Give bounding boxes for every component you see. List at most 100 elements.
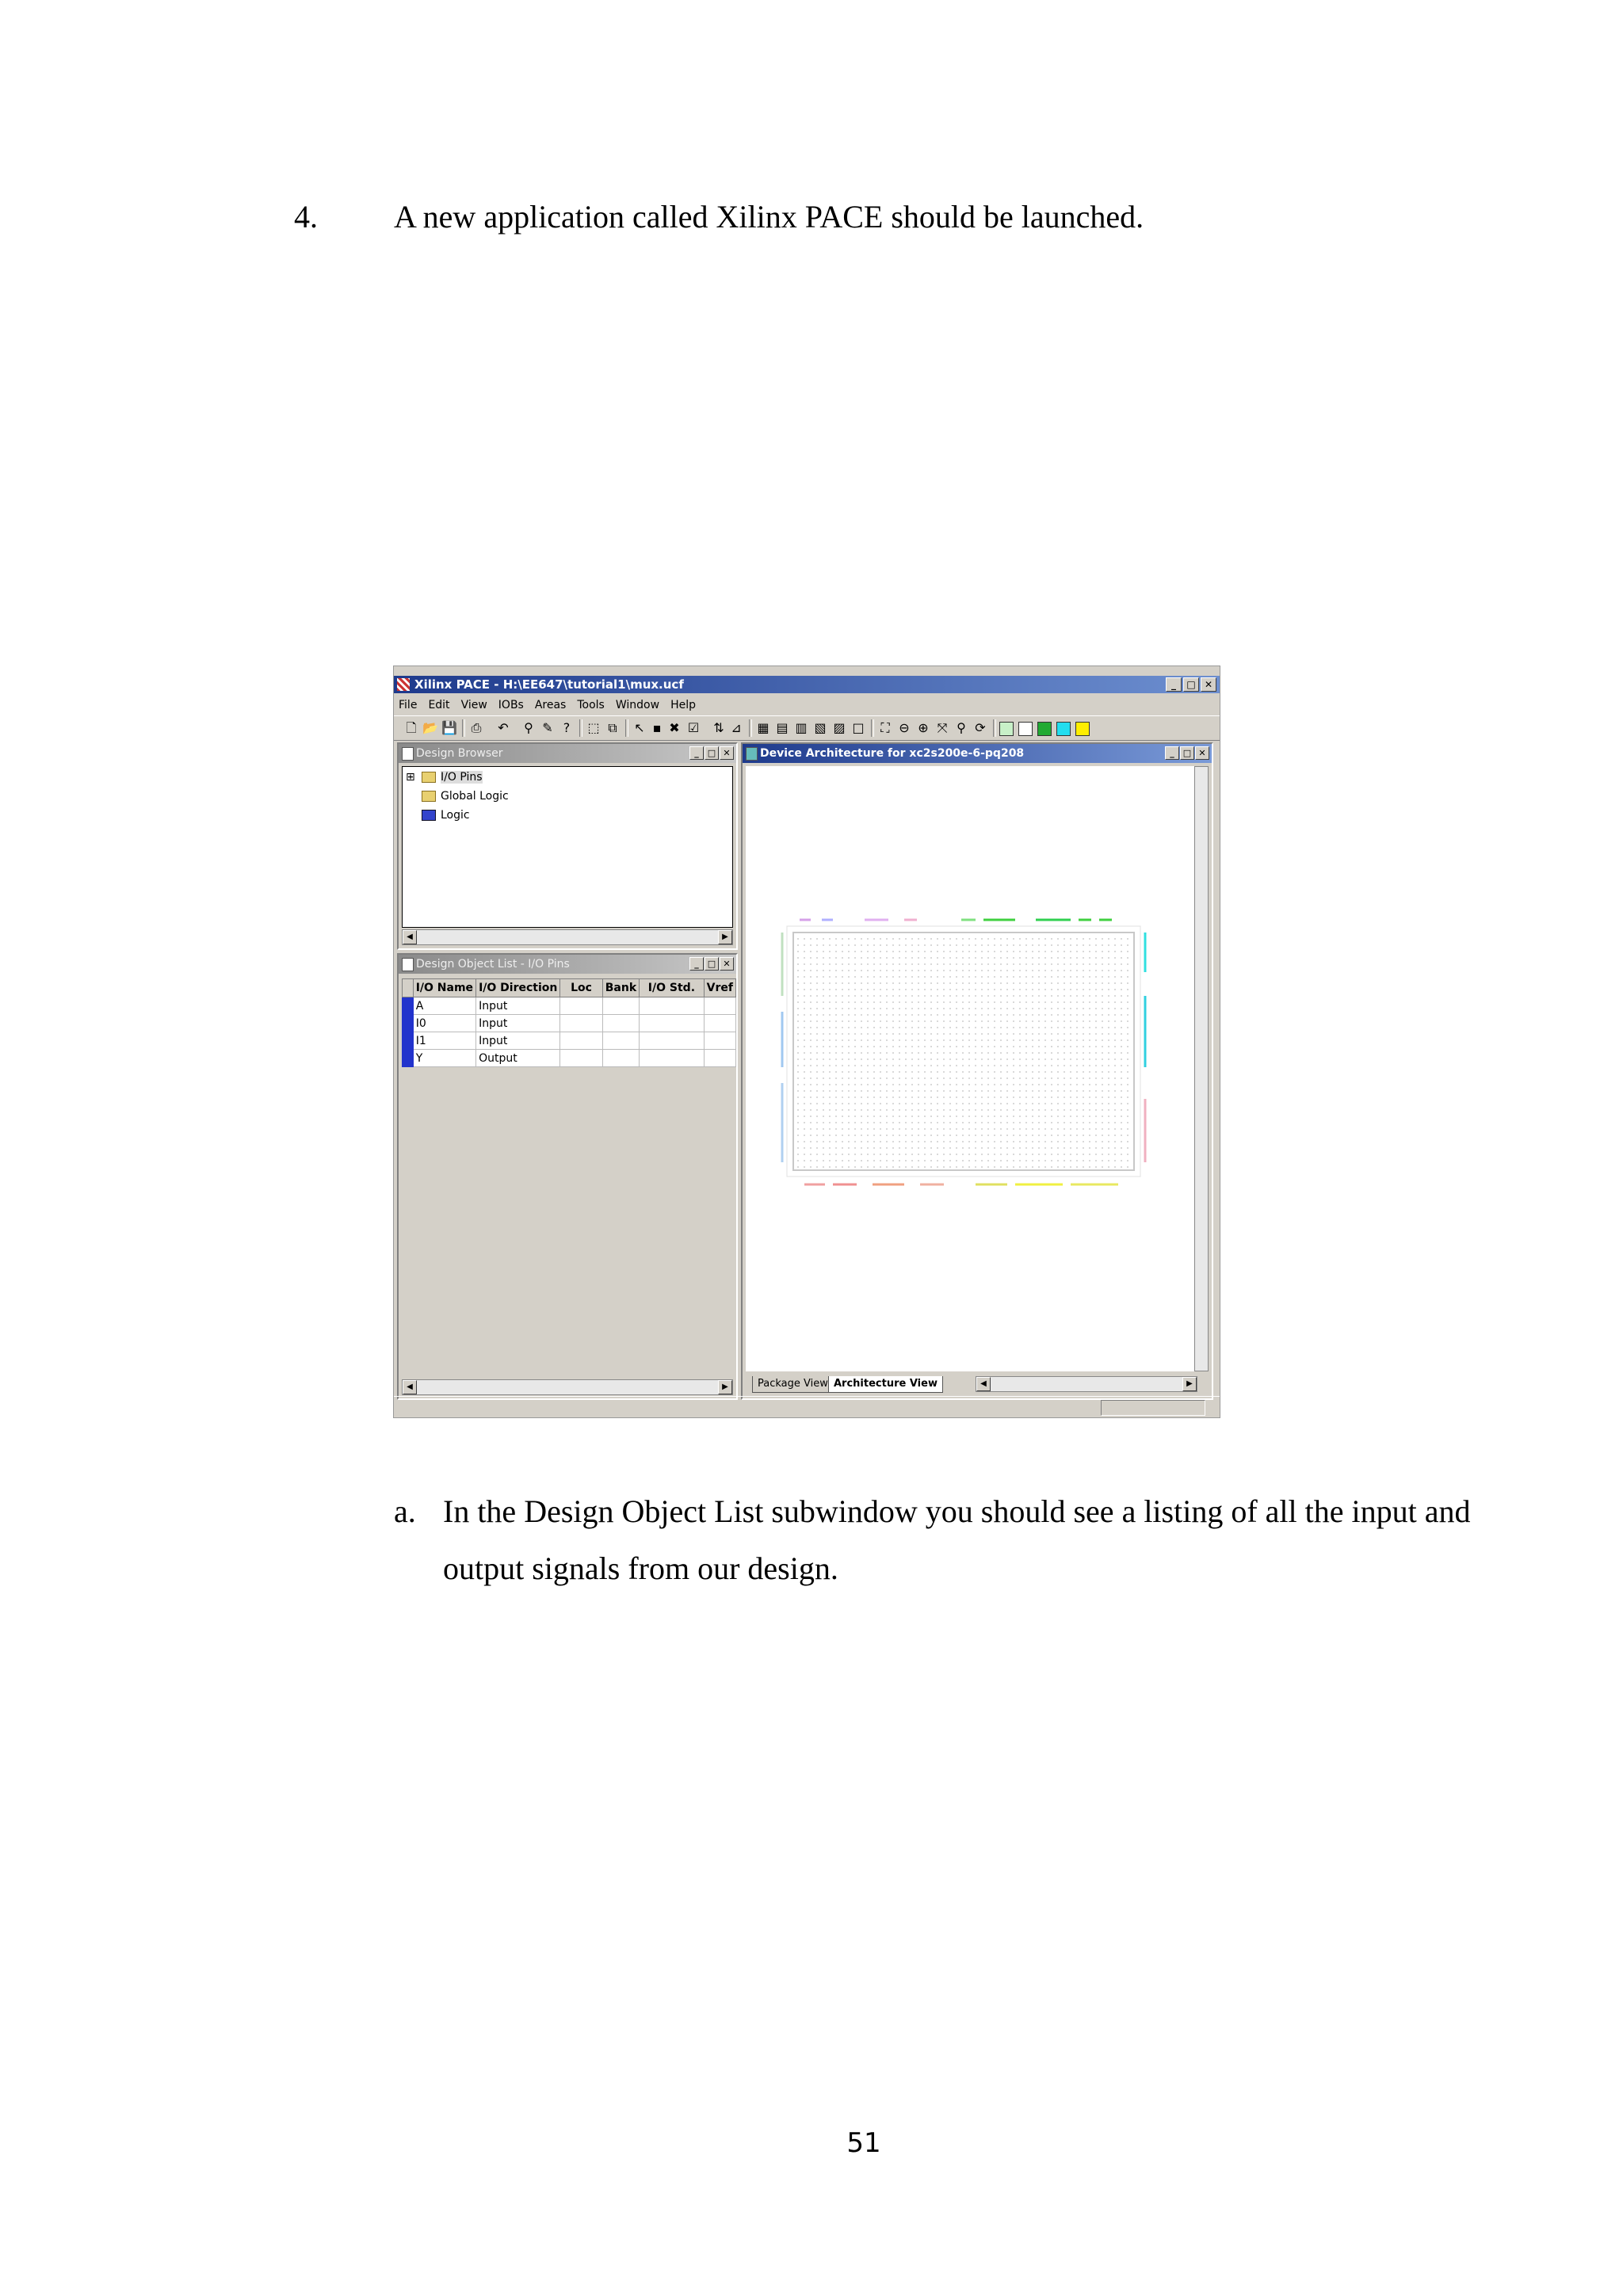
substep-letter: a. <box>394 1493 416 1529</box>
tool-icon[interactable]: ✎ <box>540 720 556 736</box>
panel-minimize-button[interactable]: _ <box>1165 746 1179 760</box>
tree-expander-icon[interactable]: ⊞ <box>406 769 415 786</box>
block-icon[interactable]: ▪ <box>649 720 665 736</box>
panel-close-button[interactable]: ✕ <box>1195 746 1209 760</box>
logic-icon <box>422 810 436 821</box>
row-marker <box>402 997 414 1015</box>
row-marker <box>402 1014 414 1032</box>
table-row[interactable]: I0 Input <box>402 1014 737 1032</box>
pointer-icon[interactable]: ↖ <box>632 720 647 736</box>
menu-edit[interactable]: Edit <box>428 696 449 714</box>
object-list-title: Design Object List - I/O Pins <box>416 958 570 971</box>
table-row[interactable]: A Input <box>402 997 737 1015</box>
color-swatch-1[interactable] <box>999 722 1014 736</box>
find-icon[interactable]: ⚲ <box>521 720 537 736</box>
table-row[interactable]: Y Output <box>402 1049 737 1067</box>
tree-item-io-pins[interactable]: I/O Pins <box>422 769 483 786</box>
col-loc[interactable]: Loc <box>559 978 603 997</box>
menu-file[interactable]: File <box>399 696 417 714</box>
scroll-right-icon[interactable]: ▶ <box>718 930 732 944</box>
chip-icon <box>746 747 758 761</box>
tab-architecture-view[interactable]: Architecture View <box>828 1376 943 1393</box>
col-io-direction[interactable]: I/O Direction <box>475 978 561 997</box>
document-icon <box>402 958 414 971</box>
zoom-full-icon[interactable]: ⤧ <box>934 720 950 736</box>
scroll-right-icon[interactable]: ▶ <box>718 1380 732 1394</box>
col-io-std[interactable]: I/O Std. <box>639 978 705 997</box>
status-bar <box>394 1396 1220 1417</box>
menu-iobs[interactable]: IOBs <box>498 696 524 714</box>
col-vref[interactable]: Vref <box>703 978 737 997</box>
delete-icon[interactable]: ✖ <box>666 720 682 736</box>
menu-view[interactable]: View <box>461 696 487 714</box>
device-architecture-panel: Device Architecture for xc2s200e-6-pq208… <box>741 742 1213 1400</box>
blank-icon[interactable]: □ <box>850 720 866 736</box>
horizontal-scrollbar[interactable]: ◀ ▶ <box>402 929 733 945</box>
panel-close-button[interactable]: ✕ <box>720 957 734 971</box>
panel-maximize-button[interactable]: □ <box>705 957 719 971</box>
zoom-select-icon[interactable]: ⚲ <box>953 720 969 736</box>
zoom-out-icon[interactable]: ⊖ <box>896 720 912 736</box>
view-tabs: Package View Architecture View ◀ ▶ <box>746 1375 1209 1395</box>
col-bank[interactable]: Bank <box>601 978 640 997</box>
toolbar: 🗋 📂 💾 ⎙ ↶ ⚲ ✎ ? ⬚ ⧉ ↖ ▪ ✖ ☑ ⇅ ⊿ ▦ ▤ ▥ ▧ … <box>394 715 1220 741</box>
color-swatch-3[interactable] <box>1037 722 1052 736</box>
menu-areas[interactable]: Areas <box>535 696 567 714</box>
panel-minimize-button[interactable]: _ <box>689 957 704 971</box>
maximize-button[interactable]: □ <box>1183 677 1199 692</box>
print-icon[interactable]: ⎙ <box>468 720 484 736</box>
scroll-left-icon[interactable]: ◀ <box>403 1380 417 1394</box>
tree-item-logic[interactable]: Logic <box>422 807 470 824</box>
menu-tools[interactable]: Tools <box>577 696 605 714</box>
menu-bar: File Edit View IOBs Areas Tools Window H… <box>394 696 1220 714</box>
area-copy-icon[interactable]: ⧉ <box>605 720 621 736</box>
open-folder-icon[interactable]: 📂 <box>422 720 438 736</box>
menu-help[interactable]: Help <box>670 696 696 714</box>
panel-maximize-button[interactable]: □ <box>705 746 719 760</box>
color-swatch-4[interactable] <box>1056 722 1071 736</box>
grid-d-icon[interactable]: ▨ <box>831 720 847 736</box>
fpga-die-view[interactable] <box>746 766 1194 1368</box>
xilinx-app-icon <box>397 678 410 691</box>
tree-item-global-logic[interactable]: Global Logic <box>422 788 509 805</box>
panel-maximize-button[interactable]: □ <box>1180 746 1194 760</box>
refresh-icon[interactable]: ⟳ <box>972 720 988 736</box>
area-select-icon[interactable]: ⬚ <box>586 720 601 736</box>
horizontal-scrollbar[interactable]: ◀ ▶ <box>976 1376 1197 1392</box>
menu-window[interactable]: Window <box>616 696 659 714</box>
save-icon[interactable]: 💾 <box>441 720 457 736</box>
scroll-right-icon[interactable]: ▶ <box>1182 1377 1197 1391</box>
new-file-icon[interactable]: 🗋 <box>403 720 419 736</box>
check-icon[interactable]: ☑ <box>685 720 701 736</box>
chart-icon[interactable]: ⊿ <box>728 720 744 736</box>
grid-b-icon[interactable]: ▥ <box>793 720 809 736</box>
zoom-in-icon[interactable]: ⊕ <box>915 720 931 736</box>
row-marker <box>402 1032 414 1050</box>
scroll-left-icon[interactable]: ◀ <box>976 1377 991 1391</box>
help-pointer-icon[interactable]: ? <box>559 720 575 736</box>
grid-c-icon[interactable]: ▧ <box>812 720 828 736</box>
architecture-canvas[interactable] <box>746 766 1194 1371</box>
device-arch-title: Device Architecture for xc2s200e-6-pq208 <box>760 747 1025 760</box>
table-row[interactable]: I1 Input <box>402 1032 737 1050</box>
zoom-fit-icon[interactable]: ⛶ <box>877 720 893 736</box>
panel-minimize-button[interactable]: _ <box>689 746 704 760</box>
grid-a-icon[interactable]: ▤ <box>774 720 790 736</box>
tab-package-view[interactable]: Package View <box>752 1376 834 1393</box>
col-io-name[interactable]: I/O Name <box>412 978 477 997</box>
vertical-scrollbar[interactable] <box>1194 766 1209 1371</box>
horizontal-scrollbar[interactable]: ◀ ▶ <box>402 1379 733 1395</box>
close-button[interactable]: ✕ <box>1201 677 1216 692</box>
panel-close-button[interactable]: ✕ <box>720 746 734 760</box>
scroll-left-icon[interactable]: ◀ <box>403 930 417 944</box>
design-object-list-panel: Design Object List - I/O Pins _ □ ✕ I/O … <box>397 953 738 1400</box>
color-swatch-2[interactable] <box>1018 722 1033 736</box>
minimize-button[interactable]: _ <box>1166 677 1182 692</box>
row-marker <box>402 1049 414 1067</box>
document-icon <box>402 747 414 761</box>
color-swatch-5[interactable] <box>1075 722 1090 736</box>
palette-icon[interactable]: ▦ <box>755 720 771 736</box>
step-text: A new application called Xilinx PACE sho… <box>394 199 1144 235</box>
route-icon[interactable]: ⇅ <box>711 720 727 736</box>
undo-icon[interactable]: ↶ <box>495 720 511 736</box>
